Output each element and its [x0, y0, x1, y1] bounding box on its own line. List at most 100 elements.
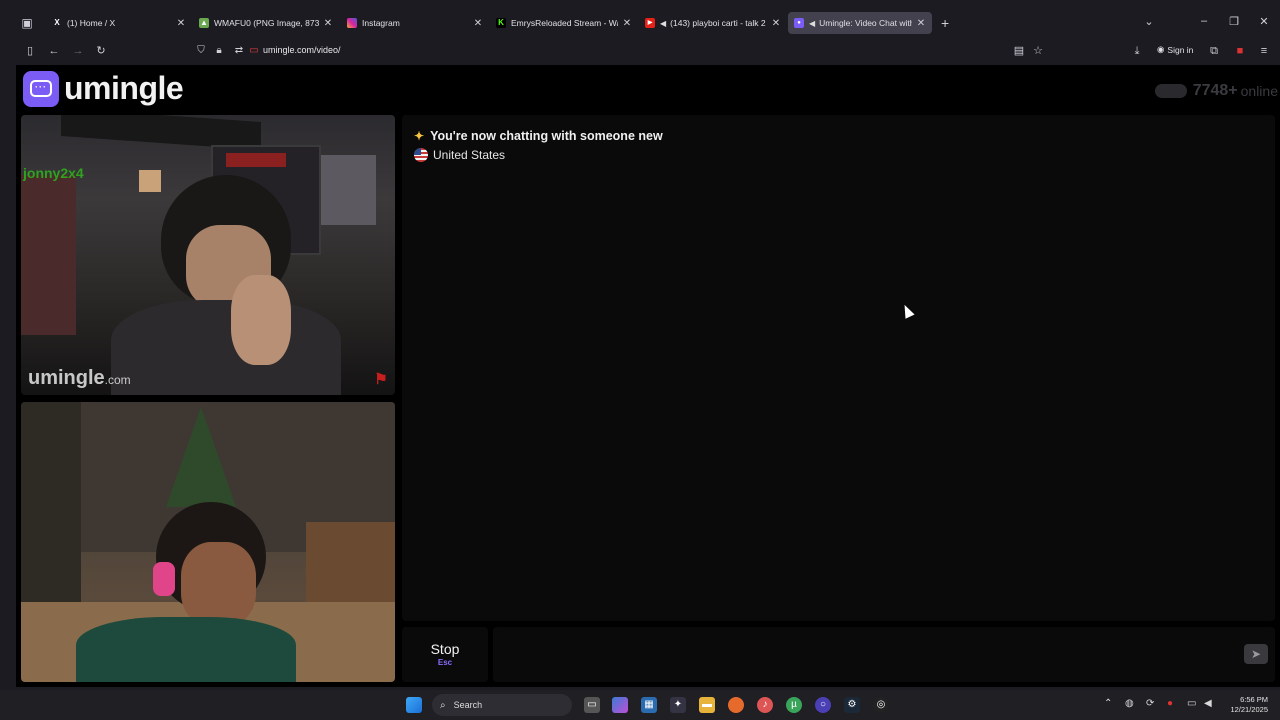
tray-overflow-icon[interactable]: ⌃: [1104, 698, 1112, 709]
chat-panel: ✦ You're now chatting with someone new U…: [402, 115, 1275, 621]
microphone-icon[interactable]: ●: [1167, 698, 1173, 709]
youtube-icon: ▶: [645, 18, 655, 28]
report-flag-icon[interactable]: ⚑: [373, 372, 389, 388]
settings-icon[interactable]: ✦: [670, 697, 686, 713]
minimize-icon[interactable]: –: [1197, 15, 1211, 27]
clock-time: 6:56 PM: [1240, 695, 1268, 704]
stranger-video: jonny2x4 umingle.com ⚑: [21, 115, 395, 395]
tab-umingle[interactable]: ● ◀ Umingle: Video Chat with S ✕: [788, 12, 932, 34]
x-logo-icon: X: [54, 18, 60, 27]
chat-bubble-icon: ···: [23, 70, 59, 107]
umingle-icon: ●: [794, 18, 804, 28]
reader-view-icon[interactable]: ▤: [1012, 44, 1026, 58]
tray-app-icon[interactable]: ◍: [1125, 698, 1134, 709]
speaker-muted-icon[interactable]: ◀: [660, 19, 666, 28]
close-tab-icon[interactable]: ✕: [323, 18, 333, 29]
person-hand-shape: [231, 275, 291, 365]
back-icon[interactable]: ←: [47, 44, 61, 58]
utorrent-icon[interactable]: µ: [786, 697, 802, 713]
chair-shape: [21, 175, 76, 335]
tab-kick-stream[interactable]: K EmrysReloaded Stream - Watch ✕: [496, 12, 632, 34]
tab-title: (143) playboi carti - talk 2 m: [670, 18, 767, 28]
tab-title: EmrysReloaded Stream - Watch: [511, 18, 618, 28]
forward-icon[interactable]: →: [71, 44, 85, 58]
person-face-shape: [181, 542, 256, 627]
instagram-icon: [347, 18, 357, 28]
stop-shortcut: Esc: [437, 658, 453, 667]
app-circle-icon[interactable]: ○: [815, 697, 831, 713]
clock-date: 12/21/2025: [1230, 705, 1268, 714]
itunes-icon[interactable]: ♪: [757, 697, 773, 713]
sidebar-icon[interactable]: ▯: [23, 44, 37, 58]
extension-badge-icon[interactable]: ■: [1233, 44, 1247, 58]
obs-icon[interactable]: ◎: [873, 697, 889, 713]
tab-overflow-icon[interactable]: ⌄: [1142, 15, 1156, 28]
windows-start-icon[interactable]: [406, 697, 422, 713]
tab-list-icon[interactable]: ▣: [20, 16, 34, 30]
us-flag-icon: [414, 148, 428, 162]
downloads-icon[interactable]: ⤓: [1130, 44, 1144, 58]
bookmark-star-icon[interactable]: ☆: [1031, 44, 1045, 58]
camera-active-icon[interactable]: ▭: [247, 44, 261, 58]
copilot-icon[interactable]: [612, 697, 628, 713]
file-explorer-icon[interactable]: ▬: [699, 697, 715, 713]
url-bar[interactable]: umingle.com/video/: [263, 45, 341, 55]
permissions-icon[interactable]: ⇄: [232, 44, 246, 58]
sign-in-button[interactable]: ◉ Sign in: [1157, 44, 1193, 55]
shelf-item-shape: [226, 153, 286, 167]
browser-nav-bar: ▯ ← → ↻ ⛉ 🔒︎ ⇄ ▭ umingle.com/video/ ▤ ☆ …: [0, 40, 1280, 62]
tray-sync-icon[interactable]: ⟳: [1146, 698, 1154, 709]
shield-icon[interactable]: ⛉: [194, 44, 208, 58]
close-tab-icon[interactable]: ✕: [916, 18, 926, 29]
image-icon: ▲: [199, 18, 209, 28]
network-icon[interactable]: ▭: [1187, 698, 1196, 709]
person-body-shape: [111, 300, 341, 395]
extensions-icon[interactable]: ⧉: [1207, 44, 1221, 58]
account-icon: ◉: [1157, 44, 1165, 54]
new-tab-icon[interactable]: +: [941, 15, 949, 31]
stranger-country: United States: [414, 148, 505, 162]
online-label: online: [1240, 83, 1278, 99]
tab-title: Instagram: [362, 18, 400, 28]
restore-icon[interactable]: ❐: [1227, 15, 1241, 28]
lock-icon[interactable]: 🔒︎: [212, 44, 226, 58]
tab-x-home[interactable]: X (1) Home / X ✕: [52, 12, 186, 34]
menu-icon[interactable]: ≡: [1257, 44, 1271, 58]
taskbar-search[interactable]: ⌕ Search: [432, 694, 572, 716]
online-toggle[interactable]: [1154, 84, 1187, 98]
system-message: ✦ You're now chatting with someone new: [414, 129, 663, 143]
close-tab-icon[interactable]: ✕: [622, 18, 632, 29]
close-window-icon[interactable]: ✕: [1257, 15, 1271, 28]
firefox-icon[interactable]: [728, 697, 744, 713]
tab-instagram[interactable]: Instagram ✕: [347, 12, 483, 34]
tab-youtube[interactable]: ▶ ◀ (143) playboi carti - talk 2 m ✕: [645, 12, 781, 34]
volume-icon[interactable]: ◀: [1204, 698, 1212, 709]
search-label: Search: [453, 700, 483, 710]
tab-png-image[interactable]: ▲ WMAFU0 (PNG Image, 873 × 1 ✕: [199, 12, 333, 34]
kick-icon: K: [496, 18, 506, 28]
logo-text: umingle: [64, 70, 184, 106]
close-tab-icon[interactable]: ✕: [771, 18, 781, 29]
steam-icon[interactable]: ⚙: [844, 697, 860, 713]
site-logo[interactable]: ··· umingle: [23, 70, 184, 107]
window-shape: [321, 155, 376, 225]
clock[interactable]: 6:56 PM 12/21/2025: [1222, 695, 1268, 715]
close-tab-icon[interactable]: ✕: [473, 18, 483, 29]
online-counter: 7748+ online: [1154, 82, 1278, 100]
send-icon[interactable]: ➤: [1244, 644, 1268, 664]
tab-title: WMAFU0 (PNG Image, 873 × 1: [214, 18, 319, 28]
online-count: 7748+: [1192, 82, 1238, 99]
headphone-shape: [153, 562, 175, 596]
watermark-text: umingle: [28, 367, 105, 389]
umingle-watermark: umingle.com: [28, 367, 131, 390]
tab-title: Umingle: Video Chat with S: [819, 18, 912, 28]
task-view-icon[interactable]: ▭: [584, 697, 600, 713]
speaker-muted-icon[interactable]: ◀: [809, 19, 815, 28]
reload-icon[interactable]: ↻: [94, 44, 108, 58]
store-icon[interactable]: ▦: [641, 697, 657, 713]
search-icon: ⌕: [440, 699, 446, 711]
stop-button[interactable]: Stop Esc: [402, 627, 488, 682]
close-tab-icon[interactable]: ✕: [176, 18, 186, 29]
message-input[interactable]: [493, 627, 1275, 682]
country-text: United States: [433, 148, 506, 162]
